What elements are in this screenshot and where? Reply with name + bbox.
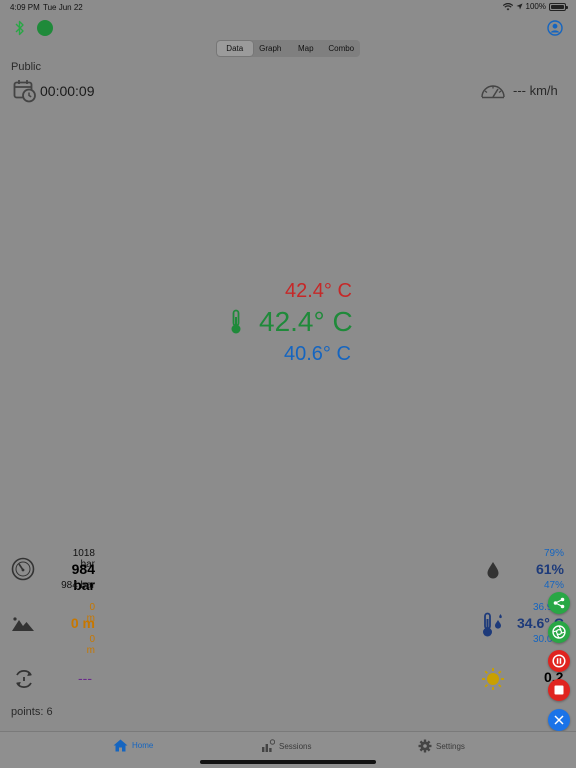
dew-point-icon — [480, 612, 504, 643]
connection-status-indicator — [37, 20, 53, 36]
tab-home-label: Home — [132, 741, 154, 750]
temperature-max: 42.4° C — [285, 280, 352, 302]
share-icon — [553, 597, 565, 609]
home-indicator — [200, 760, 376, 764]
stop-button[interactable] — [548, 679, 570, 701]
humidity-current: 61% — [535, 561, 564, 577]
water-drop-icon — [486, 561, 500, 584]
wifi-icon — [502, 2, 513, 10]
gauge-icon — [11, 557, 35, 586]
rotation-icon — [13, 669, 35, 694]
bluetooth-icon[interactable] — [13, 19, 27, 42]
mountain-icon — [11, 616, 35, 637]
battery-percent: 100% — [525, 2, 546, 11]
tab-settings[interactable]: Settings — [418, 739, 465, 753]
altitude-min: 0 m — [86, 634, 95, 656]
home-icon — [113, 739, 128, 752]
status-bar: 4:09 PM Tue Jun 22 100% — [0, 0, 576, 14]
tab-data[interactable]: Data — [217, 41, 253, 56]
tab-combo[interactable]: Combo — [324, 41, 360, 56]
gyro-value: --- — [78, 670, 92, 686]
calendar-clock-icon — [13, 79, 37, 108]
close-icon — [554, 715, 564, 725]
status-time: 4:09 PM — [10, 3, 40, 12]
close-button[interactable] — [548, 709, 570, 731]
pause-icon — [552, 654, 566, 668]
tab-sessions[interactable]: Sessions — [261, 739, 311, 753]
tab-map[interactable]: Map — [288, 41, 324, 56]
aperture-icon — [552, 625, 566, 639]
humidity-max: 79% — [543, 548, 564, 559]
pressure-min: 984 bar — [61, 580, 95, 591]
altitude-current: 0 m — [70, 615, 95, 631]
humidity-min: 47% — [543, 580, 564, 591]
gear-icon — [418, 739, 432, 753]
temperature-min: 40.6° C — [284, 343, 351, 365]
thermometer-icon — [228, 309, 244, 340]
temperature-current: 42.4° C — [259, 306, 353, 337]
speed-value: --- km/h — [513, 83, 558, 98]
location-icon — [516, 3, 523, 10]
view-mode-tabs: Data Graph Map Combo — [216, 40, 360, 57]
pause-button[interactable] — [548, 650, 570, 672]
session-visibility: Public — [11, 61, 41, 73]
stop-icon — [554, 685, 564, 695]
speedometer-icon — [480, 80, 506, 105]
sun-icon — [481, 667, 505, 696]
elapsed-time: 00:00:09 — [40, 83, 95, 99]
tab-home[interactable]: Home — [113, 739, 153, 752]
camera-button[interactable] — [548, 621, 570, 643]
battery-icon — [549, 2, 568, 11]
tab-graph[interactable]: Graph — [253, 41, 289, 56]
sessions-icon — [262, 739, 275, 752]
status-indicators: 100% — [502, 2, 568, 11]
share-button[interactable] — [548, 592, 570, 614]
points-count: points: 6 — [11, 706, 53, 718]
tab-sessions-label: Sessions — [279, 741, 312, 751]
tab-settings-label: Settings — [436, 741, 465, 751]
profile-icon[interactable] — [547, 20, 563, 41]
status-date: Tue Jun 22 — [43, 3, 83, 12]
